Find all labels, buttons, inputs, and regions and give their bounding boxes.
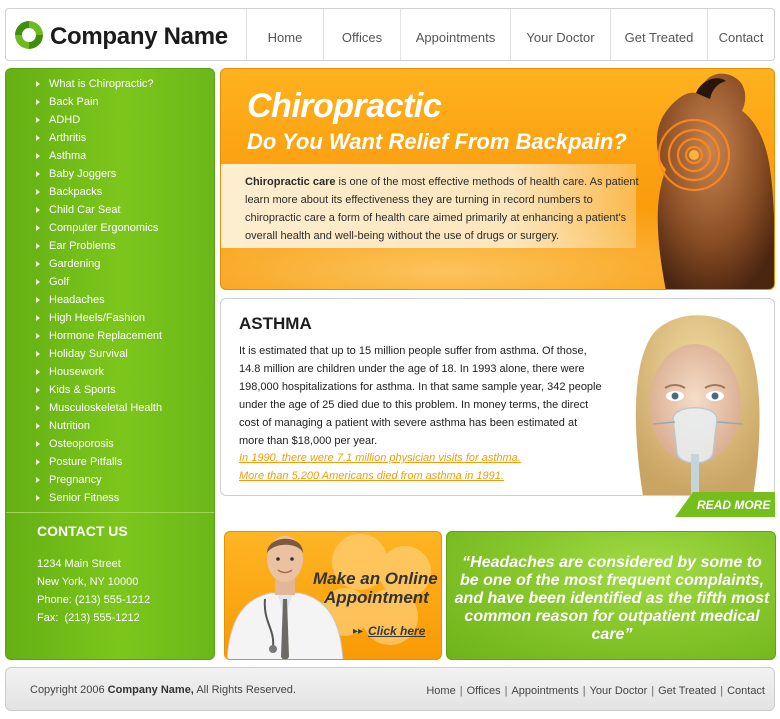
- sidebar-divider: [6, 512, 214, 513]
- click-here-link[interactable]: Click here: [368, 624, 425, 638]
- footer-separator: |: [651, 685, 655, 697]
- asthma-title: ASTHMA: [239, 314, 312, 333]
- sidebar-item-arthritis[interactable]: Arthritis: [36, 130, 162, 148]
- hero-subtitle: Do You Want Relief From Backpain?: [247, 129, 627, 154]
- sidebar-item-adhd[interactable]: ADHD: [36, 112, 162, 130]
- company-swirl-logo-icon[interactable]: [13, 19, 45, 51]
- copyright-company: Company Name,: [107, 684, 194, 696]
- sidebar-item-asthma[interactable]: Asthma: [36, 148, 162, 166]
- asthma-link-physician-visits[interactable]: In 1990, there were 7.1 million physicia…: [239, 452, 521, 464]
- appointment-line2: Appointment: [324, 588, 429, 607]
- footer-link-home[interactable]: Home: [426, 685, 455, 697]
- contact-address-line1: 1234 Main Street: [37, 558, 121, 570]
- nav-offices[interactable]: Offices: [323, 9, 400, 60]
- sidebar-item-gardening[interactable]: Gardening: [36, 256, 162, 274]
- sidebar-item-pregnancy[interactable]: Pregnancy: [36, 472, 162, 490]
- copyright-suffix: All Rights Reserved.: [193, 684, 296, 696]
- sidebar-item-musculoskeletal-health[interactable]: Musculoskeletal Health: [36, 400, 162, 418]
- copyright-text: Copyright 2006 Company Name, All Rights …: [30, 684, 296, 696]
- girl-oxygen-mask-image: [613, 304, 774, 495]
- headache-quote-panel: “Headaches are considered by some to be …: [446, 531, 776, 660]
- contact-heading: CONTACT US: [37, 523, 128, 539]
- copyright-prefix: Copyright 2006: [30, 684, 108, 696]
- company-name[interactable]: Company Name: [50, 23, 228, 51]
- footer-link-get-treated[interactable]: Get Treated: [658, 685, 716, 697]
- man-back-pain-image: [656, 73, 774, 289]
- hero-banner: Chiropractic Do You Want Relief From Bac…: [220, 68, 775, 290]
- sidebar-item-ear-problems[interactable]: Ear Problems: [36, 238, 162, 256]
- sidebar-item-housework[interactable]: Housework: [36, 364, 162, 382]
- footer-link-appointments[interactable]: Appointments: [511, 685, 578, 697]
- online-appointment-banner[interactable]: Make an Online Appointment ▸▸ Click here: [224, 531, 442, 660]
- asthma-panel: ASTHMA It is estimated that up to 15 mil…: [220, 298, 775, 496]
- double-arrow-icon: ▸▸: [353, 626, 364, 637]
- sidebar-item-senior-fitness[interactable]: Senior Fitness: [36, 490, 162, 508]
- sidebar-item-headaches[interactable]: Headaches: [36, 292, 162, 310]
- nav-home[interactable]: Home: [246, 9, 323, 60]
- sidebar-item-what-is-chiropractic[interactable]: What is Chiropractic?: [36, 76, 162, 94]
- footer-separator: |: [459, 685, 463, 697]
- sidebar-item-computer-ergonomics[interactable]: Computer Ergonomics: [36, 220, 162, 238]
- sidebar-item-back-pain[interactable]: Back Pain: [36, 94, 162, 112]
- footer-nav: Home | Offices | Appointments | Your Doc…: [426, 685, 765, 697]
- sidebar-item-baby-joggers[interactable]: Baby Joggers: [36, 166, 162, 184]
- nav-your-doctor[interactable]: Your Doctor: [510, 9, 610, 60]
- contact-fax: Fax: (213) 555-1212: [37, 612, 140, 624]
- asthma-link-deaths[interactable]: More than 5,200 Americans died from asth…: [239, 470, 504, 482]
- sidebar-item-posture-pitfalls[interactable]: Posture Pitfalls: [36, 454, 162, 472]
- sidebar-item-holiday-survival[interactable]: Holiday Survival: [36, 346, 162, 364]
- sidebar-item-osteoporosis[interactable]: Osteoporosis: [36, 436, 162, 454]
- footer-link-offices[interactable]: Offices: [467, 685, 501, 697]
- nav-get-treated[interactable]: Get Treated: [610, 9, 707, 60]
- footer-separator: |: [504, 685, 508, 697]
- site-footer: Copyright 2006 Company Name, All Rights …: [5, 667, 775, 711]
- sidebar-item-nutrition[interactable]: Nutrition: [36, 418, 162, 436]
- contact-details: 1234 Main Street New York, NY 10000 Phon…: [37, 555, 150, 627]
- footer-link-your-doctor[interactable]: Your Doctor: [590, 685, 648, 697]
- sidebar-item-golf[interactable]: Golf: [36, 274, 162, 292]
- contact-address-line2: New York, NY 10000: [37, 576, 139, 588]
- contact-phone: Phone: (213) 555-1212: [37, 594, 151, 606]
- sidebar-item-child-car-seat[interactable]: Child Car Seat: [36, 202, 162, 220]
- site-header: Company Name Home Offices Appointments Y…: [5, 8, 775, 61]
- quote-text: “Headaches are considered by some to be …: [454, 554, 770, 643]
- sidebar: What is Chiropractic? Back Pain ADHD Art…: [5, 68, 215, 660]
- hero-paragraph-bold: Chiropractic care: [245, 176, 336, 188]
- sidebar-item-kids-sports[interactable]: Kids & Sports: [36, 382, 162, 400]
- appointment-line1: Make an Online: [313, 569, 438, 588]
- footer-link-contact[interactable]: Contact: [727, 685, 765, 697]
- sidebar-item-high-heels-fashion[interactable]: High Heels/Fashion: [36, 310, 162, 328]
- nav-contact[interactable]: Contact: [707, 9, 774, 60]
- sidebar-menu: What is Chiropractic? Back Pain ADHD Art…: [36, 76, 162, 508]
- hero-paragraph: Chiropractic care is one of the most eff…: [245, 173, 640, 245]
- footer-separator: |: [582, 685, 586, 697]
- asthma-body-text: It is estimated that up to 15 million pe…: [239, 345, 602, 447]
- sidebar-item-backpacks[interactable]: Backpacks: [36, 184, 162, 202]
- main-nav: Home Offices Appointments Your Doctor Ge…: [246, 9, 774, 60]
- footer-separator: |: [720, 685, 724, 697]
- sidebar-item-hormone-replacement[interactable]: Hormone Replacement: [36, 328, 162, 346]
- hero-title: Chiropractic: [247, 87, 442, 125]
- nav-appointments[interactable]: Appointments: [400, 9, 510, 60]
